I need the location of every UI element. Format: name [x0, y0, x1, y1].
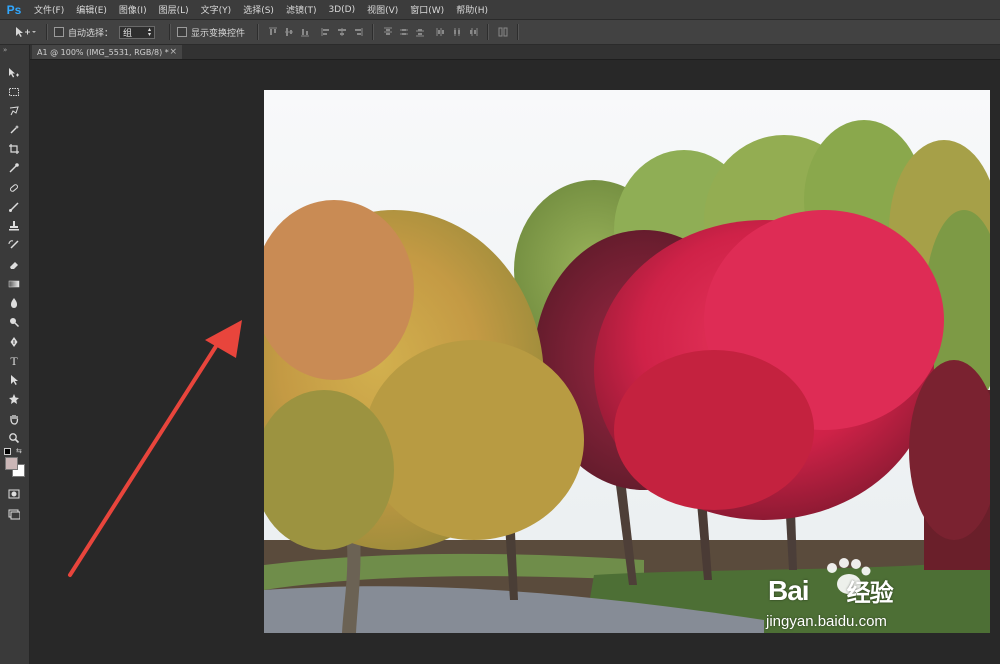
document-tab-bar: A1 @ 100% (IMG_5531, RGB/8) * ×: [30, 45, 1000, 60]
separator: [46, 24, 48, 40]
photoshop-logo: Ps: [6, 2, 22, 17]
auto-select-checkbox[interactable]: [54, 27, 64, 37]
watermark-brand-right: 经验: [846, 579, 894, 607]
distribute-hcenter-icon[interactable]: [452, 27, 462, 37]
watermark-url: jingyan.baidu.com: [766, 613, 887, 630]
align-right-edges-icon[interactable]: [353, 27, 363, 37]
shape-icon[interactable]: [6, 392, 22, 406]
menu-bar: Ps 文件(F) 编辑(E) 图像(I) 图层(L) 文字(Y) 选择(S) 滤…: [0, 0, 1000, 20]
distribute-top-icon[interactable]: [383, 27, 393, 37]
crop-icon[interactable]: [6, 142, 22, 156]
move-icon[interactable]: [6, 66, 22, 80]
blur-icon[interactable]: [6, 296, 22, 310]
swap-colors-icon[interactable]: ⇆: [16, 447, 22, 455]
align-horizontal-centers-icon[interactable]: [337, 27, 347, 37]
menu-edit[interactable]: 编辑(E): [70, 3, 113, 16]
dodge-icon[interactable]: [6, 315, 22, 329]
menu-help[interactable]: 帮助(H): [450, 3, 494, 16]
menu-window[interactable]: 窗口(W): [404, 3, 450, 16]
document-tab[interactable]: A1 @ 100% (IMG_5531, RGB/8) * ×: [32, 45, 182, 59]
auto-select-dropdown[interactable]: 组 ▴ ▾: [119, 25, 156, 39]
menu-3d[interactable]: 3D(D): [322, 5, 361, 15]
watermark-brand-left: Bai: [768, 574, 810, 606]
move-tool-preset-icon: [16, 27, 36, 37]
close-icon[interactable]: ×: [169, 47, 177, 57]
history-brush-icon[interactable]: [6, 238, 22, 252]
distribute-bottom-icon[interactable]: [415, 27, 425, 37]
options-bar: 自动选择： 组 ▴ ▾ 显示变换控件: [0, 20, 1000, 45]
separator: [257, 24, 260, 40]
default-colors-icon[interactable]: [4, 448, 11, 455]
menu-view[interactable]: 视图(V): [361, 3, 404, 16]
eyedropper-icon[interactable]: [6, 161, 22, 175]
quick-select-icon[interactable]: [6, 123, 22, 137]
autumn-trees-photo: [264, 90, 990, 633]
align-top-edges-icon[interactable]: [268, 27, 278, 37]
brush-icon[interactable]: [6, 200, 22, 214]
separator: [372, 24, 375, 40]
type-tool-glyph: T: [10, 353, 18, 368]
zoom-icon[interactable]: [6, 431, 22, 445]
menu-layer[interactable]: 图层(L): [153, 3, 195, 16]
separator: [517, 24, 520, 40]
show-transform-checkbox[interactable]: [177, 27, 188, 37]
eraser-icon[interactable]: [6, 258, 22, 272]
baidu-watermark: Bai 经验 jingyan.baidu.com: [760, 555, 990, 645]
menu-filter[interactable]: 滤镜(T): [280, 3, 323, 16]
stamp-icon[interactable]: [6, 219, 22, 233]
separator: [169, 24, 172, 40]
distribute-vcenter-icon[interactable]: [399, 27, 409, 37]
foreground-color-swatch[interactable]: [5, 457, 18, 470]
distribute-left-icon[interactable]: [436, 27, 446, 37]
panel-collapse-icon[interactable]: »: [3, 46, 7, 54]
hand-icon[interactable]: [6, 412, 22, 426]
marquee-icon[interactable]: [6, 85, 22, 99]
tools-panel: » T ⇆: [0, 45, 30, 664]
show-transform-label: 显示变换控件: [191, 28, 246, 39]
type-icon[interactable]: T: [6, 354, 22, 368]
menu-file[interactable]: 文件(F): [28, 3, 70, 16]
auto-select-value: 组: [123, 28, 133, 39]
pen-icon[interactable]: [6, 335, 22, 349]
screen-mode-icon[interactable]: [6, 507, 22, 521]
distribute-right-icon[interactable]: [468, 27, 478, 37]
menu-type[interactable]: 文字(Y): [195, 3, 238, 16]
chevron-updown-icon: ▴ ▾: [148, 26, 152, 38]
document-canvas[interactable]: [264, 90, 990, 633]
document-tab-title: A1 @ 100% (IMG_5531, RGB/8) *: [37, 47, 169, 57]
align-bottom-edges-icon[interactable]: [300, 27, 310, 37]
menu-image[interactable]: 图像(I): [113, 3, 153, 16]
healing-brush-icon[interactable]: [6, 181, 22, 195]
path-select-icon[interactable]: [6, 373, 22, 387]
auto-select-label: 自动选择：: [68, 28, 114, 39]
auto-align-layers-icon[interactable]: [498, 27, 508, 37]
gradient-icon[interactable]: [6, 277, 22, 291]
align-left-edges-icon[interactable]: [321, 27, 331, 37]
lasso-icon[interactable]: [6, 104, 22, 118]
menu-select[interactable]: 选择(S): [237, 3, 280, 16]
quick-mask-icon[interactable]: [6, 487, 22, 501]
tool-preset-picker[interactable]: [14, 26, 36, 38]
separator: [487, 24, 490, 40]
color-swatch-icon[interactable]: ⇆: [3, 447, 25, 482]
annotation-arrow-icon: [68, 320, 242, 577]
align-vertical-centers-icon[interactable]: [284, 27, 294, 37]
